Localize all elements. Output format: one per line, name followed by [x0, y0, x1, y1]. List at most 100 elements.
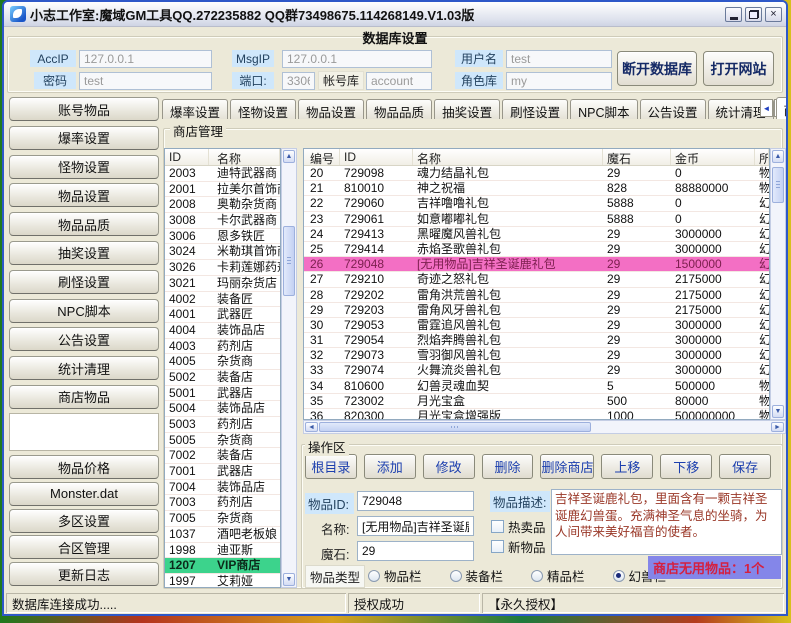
table-row[interactable]: 3006恩多铁匠 — [165, 229, 280, 245]
table-row[interactable]: 2003迪特武器商 — [165, 166, 280, 182]
item-desc-textarea[interactable]: 吉祥圣诞鹿礼包，里面含有一颗吉祥圣诞鹿幻兽蛋。充满神圣气息的坐骑，为人间带来美好… — [551, 489, 782, 555]
tab-item[interactable]: 物品设置 — [298, 99, 364, 119]
scroll-thumb[interactable] — [283, 226, 295, 296]
table-row[interactable]: 30729053雷霆追风兽礼包293000000幻兽 — [304, 318, 769, 333]
table-row[interactable]: 2001拉美尔首饰商 — [165, 182, 280, 198]
table-row[interactable]: 1997艾莉娅 — [165, 574, 280, 588]
table-row[interactable]: 3026卡莉莲娜药剂店 — [165, 260, 280, 276]
table-row[interactable]: 3021玛丽杂货店 — [165, 276, 280, 292]
item-type-radio[interactable]: 物品栏 — [368, 566, 422, 585]
table-row[interactable]: 22729060吉祥噜噜礼包58880幻兽 — [304, 196, 769, 211]
sidebar-item[interactable]: 爆率设置 — [9, 126, 159, 150]
restore-button[interactable] — [745, 7, 762, 22]
sidebar-item[interactable]: 物品设置 — [9, 183, 159, 207]
op-button[interactable]: 下移 — [660, 454, 712, 479]
table-row[interactable]: 26729048[无用物品]吉祥圣诞鹿礼包291500000幻兽 — [304, 257, 769, 272]
item-name-input[interactable] — [357, 516, 474, 536]
shop-table-header[interactable]: ID名称 — [165, 149, 280, 166]
table-row[interactable]: 7004装饰品店 — [165, 480, 280, 496]
account-db-input[interactable] — [366, 72, 432, 90]
sidebar-item[interactable]: 多区设置 — [9, 509, 159, 533]
column-header[interactable]: 魔石 — [603, 149, 671, 165]
scroll-left-icon[interactable]: ◄ — [305, 422, 318, 432]
sidebar-item[interactable]: 抽奖设置 — [9, 241, 159, 265]
table-row[interactable]: 2008奥勒杂货商 — [165, 197, 280, 213]
table-row[interactable]: 34810600幻兽灵魂血契5500000物品 — [304, 379, 769, 394]
sidebar-item[interactable]: 物品价格 — [9, 455, 159, 479]
op-button[interactable]: 保存 — [719, 454, 771, 479]
scroll-thumb[interactable] — [319, 422, 591, 432]
item-type-radio[interactable]: 精品栏 — [531, 566, 585, 585]
table-row[interactable]: 27729210奇迹之怒礼包292175000幻兽 — [304, 272, 769, 287]
password-input[interactable] — [79, 72, 212, 90]
hot-item-checkbox[interactable] — [491, 520, 504, 533]
tab-item[interactable]: 物品品质 — [366, 99, 432, 119]
sidebar-item[interactable]: 怪物设置 — [9, 155, 159, 179]
table-row[interactable]: 29729203雷角风牙兽礼包292175000幻兽 — [304, 303, 769, 318]
table-row[interactable]: 4005杂货商 — [165, 354, 280, 370]
scroll-right-icon[interactable]: ► — [771, 422, 784, 432]
table-row[interactable]: 3024米勒琪首饰商 — [165, 244, 280, 260]
msgip-input[interactable] — [282, 50, 432, 68]
table-row[interactable]: 25729414赤焰圣歌兽礼包293000000幻兽 — [304, 242, 769, 257]
table-row[interactable]: 36820300月光宝盒增强版1000500000000物品 — [304, 409, 769, 420]
sidebar-item[interactable]: 公告设置 — [9, 327, 159, 351]
sidebar-item[interactable]: 物品品质 — [9, 212, 159, 236]
table-row[interactable]: 4001武器匠 — [165, 307, 280, 323]
op-button[interactable]: 根目录 — [305, 454, 357, 479]
table-row[interactable]: 23729061如意嘟嘟礼包58880幻兽 — [304, 212, 769, 227]
op-button[interactable]: 删除商店 — [540, 454, 594, 479]
item-table-header[interactable]: 编号ID名称魔石金币所在 — [304, 149, 769, 166]
column-header[interactable]: ID — [165, 149, 209, 165]
minimize-button[interactable] — [725, 7, 742, 22]
column-header[interactable]: 名称 — [413, 149, 603, 165]
tab-item[interactable]: 刷怪设置 — [502, 99, 568, 119]
sidebar-item[interactable]: Monster.dat — [9, 482, 159, 506]
close-button[interactable]: × — [765, 7, 782, 22]
column-header[interactable]: 名称 — [209, 149, 280, 165]
scroll-down-icon[interactable]: ▼ — [772, 405, 784, 418]
table-row[interactable]: 3008卡尔武器商 — [165, 213, 280, 229]
table-row[interactable]: 31729054烈焰奔腾兽礼包293000000幻兽 — [304, 333, 769, 348]
title-bar[interactable]: 小志工作室:魔域GM工具QQ.272235882 QQ群73498675.114… — [4, 2, 786, 27]
table-row[interactable]: 5005杂货商 — [165, 433, 280, 449]
table-row[interactable]: 24729413黑曜魔风兽礼包293000000幻兽 — [304, 227, 769, 242]
disconnect-db-button[interactable]: 断开数据库 — [617, 51, 697, 86]
item-table-vscrollbar[interactable]: ▲ ▼ — [770, 148, 786, 420]
sidebar-item[interactable]: 统计清理 — [9, 356, 159, 380]
table-row[interactable]: 28729202雷角洪荒兽礼包292175000幻兽 — [304, 288, 769, 303]
sidebar-item[interactable]: 商店物品 — [9, 385, 159, 409]
table-row[interactable]: 7005杂货商 — [165, 511, 280, 527]
table-row[interactable]: 20729098魂力结晶礼包290物品 — [304, 166, 769, 181]
op-button[interactable]: 添加 — [364, 454, 416, 479]
item-type-radio[interactable]: 装备栏 — [450, 566, 504, 585]
table-row[interactable]: 32729073雪羽御风兽礼包293000000幻兽 — [304, 348, 769, 363]
tab-item[interactable]: NPC脚本 — [570, 99, 637, 119]
table-row[interactable]: 5003药剂店 — [165, 417, 280, 433]
table-row[interactable]: 21810010神之祝福82888880000物品 — [304, 181, 769, 196]
op-button[interactable]: 上移 — [601, 454, 653, 479]
scroll-up-icon[interactable]: ▲ — [772, 150, 784, 163]
scroll-thumb[interactable] — [772, 167, 784, 203]
table-row[interactable]: 5002装备店 — [165, 370, 280, 386]
item-table-hscrollbar[interactable]: ◄ ► — [303, 420, 786, 434]
op-button[interactable]: 修改 — [423, 454, 475, 479]
tab-item[interactable]: 爆率设置 — [162, 99, 228, 119]
tab-item[interactable]: 公告设置 — [640, 99, 706, 119]
shop-table-vscrollbar[interactable]: ▲ ▼ — [281, 148, 297, 588]
tab-scroll-left-button[interactable]: ◄ — [760, 99, 773, 117]
table-row[interactable]: 7002装备店 — [165, 448, 280, 464]
table-row[interactable]: 1037酒吧老板娘 — [165, 527, 280, 543]
column-header[interactable]: 编号 — [304, 149, 340, 165]
tab-item[interactable]: 抽奖设置 — [434, 99, 500, 119]
column-header[interactable]: 所在 — [755, 149, 769, 165]
role-db-input[interactable] — [506, 72, 612, 90]
table-row[interactable]: 5001武器店 — [165, 386, 280, 402]
table-row[interactable]: 7003药剂店 — [165, 495, 280, 511]
table-row[interactable]: 7001武器店 — [165, 464, 280, 480]
column-header[interactable]: ID — [340, 149, 413, 165]
table-row[interactable]: 5004装饰品店 — [165, 401, 280, 417]
scroll-up-icon[interactable]: ▲ — [283, 150, 295, 163]
sidebar-item[interactable]: NPC脚本 — [9, 299, 159, 323]
table-row[interactable]: 35723002月光宝盒50080000物品 — [304, 394, 769, 409]
